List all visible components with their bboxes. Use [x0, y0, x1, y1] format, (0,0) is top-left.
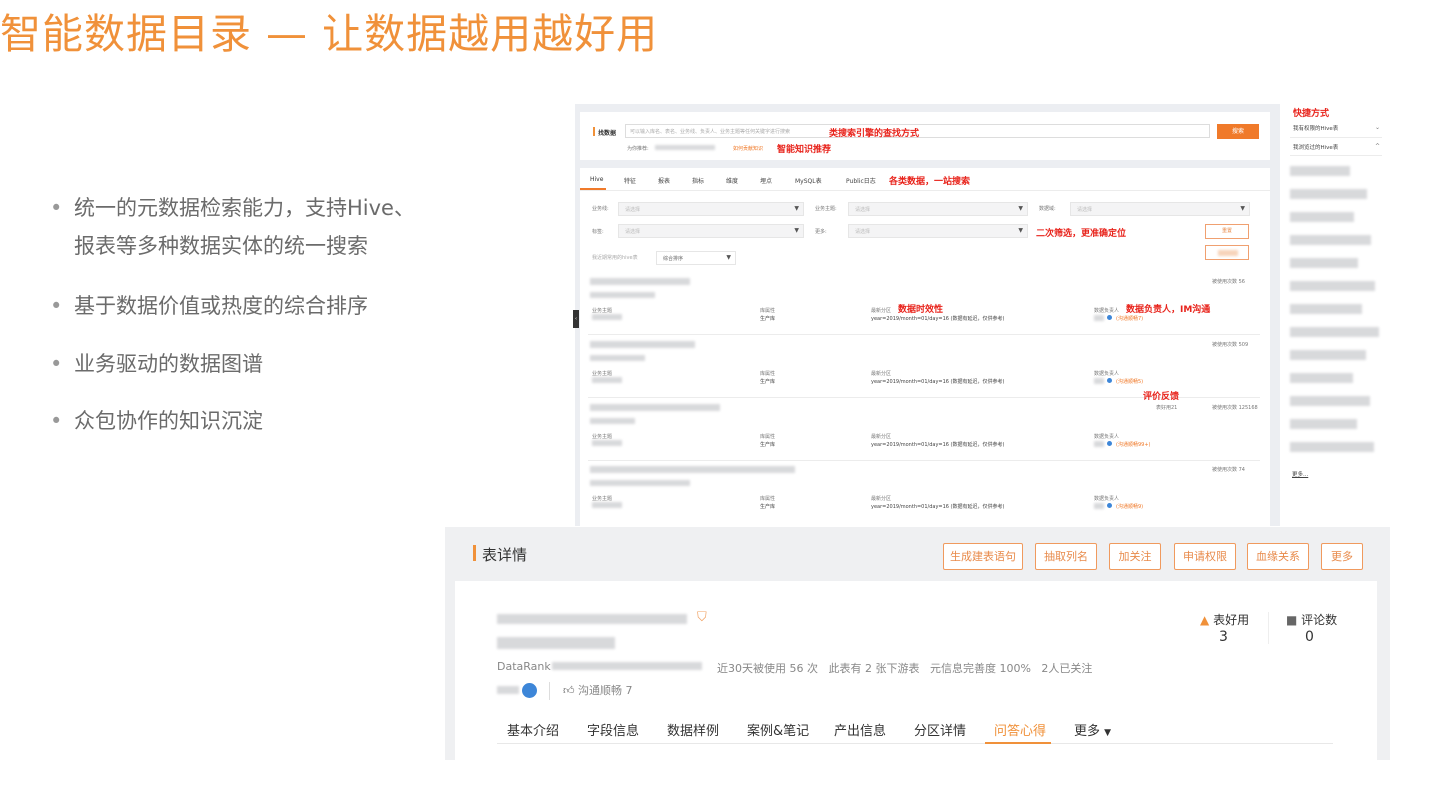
communication-rating: 👍︎ 沟通顺畅 7: [563, 684, 633, 697]
comment-count: 0: [1305, 629, 1314, 645]
tab-fields[interactable]: 字段信息: [587, 720, 639, 739]
im-chat-icon[interactable]: [1107, 503, 1112, 508]
recent-table-item[interactable]: [1290, 373, 1353, 383]
tab-data-sample[interactable]: 数据样例: [667, 720, 719, 739]
bullet-2: • 基于数据价值或热度的综合排序: [50, 294, 368, 318]
more-select[interactable]: 请选择 ▼: [848, 224, 1028, 238]
chevron-down-icon[interactable]: ⌄: [1375, 124, 1380, 131]
tab-tracking[interactable]: 埋点: [760, 176, 772, 185]
thumb-up-icon: 👍︎: [563, 684, 575, 697]
result-title: [590, 404, 720, 411]
recent-table-item[interactable]: [1290, 235, 1371, 245]
recent-table-item[interactable]: [1290, 212, 1354, 222]
recent-table-item[interactable]: [1290, 258, 1358, 268]
communication-feedback[interactable]: (沟通顺畅5): [1116, 378, 1143, 385]
im-chat-icon[interactable]: [1107, 441, 1112, 446]
recent-table-item[interactable]: [1290, 281, 1375, 291]
filter-button[interactable]: [1205, 245, 1249, 260]
business-topic-select[interactable]: 请选择 ▼: [848, 202, 1028, 216]
tab-qa[interactable]: 问答心得: [994, 720, 1046, 739]
thumb-up-icon: ▲: [1200, 613, 1210, 627]
result-subtitle: [590, 418, 635, 424]
sidebar-more-link[interactable]: 更多...: [1292, 470, 1308, 478]
tab-hive[interactable]: Hive: [590, 176, 603, 183]
im-chat-icon[interactable]: [522, 683, 537, 698]
tab-metric[interactable]: 指标: [692, 176, 704, 185]
generate-ddl-button[interactable]: 生成建表语句: [943, 543, 1023, 570]
result-title: [590, 341, 695, 348]
usage-count: 被使用次数 125168: [1212, 405, 1258, 411]
sidebar-item-permitted[interactable]: 我有权限的Hive表: [1293, 124, 1338, 132]
im-chat-icon[interactable]: [1107, 315, 1112, 320]
latest-partition: year=2019/month=01/day=16 (数据有延迟，仅供参考): [871, 316, 1005, 322]
data-domain-select[interactable]: 请选择 ▼: [1070, 202, 1250, 216]
good-table-count: 3: [1219, 629, 1228, 645]
bullet-1: • 统一的元数据检索能力，支持Hive、 报表等多种数据实体的统一搜索: [50, 196, 415, 258]
recent-table-item[interactable]: [1290, 189, 1367, 199]
table-stats: 近30天被使用 56 次 此表有 2 张下游表 元信息完善度 100% 2人已关…: [717, 662, 1093, 675]
business-line-select[interactable]: 请选择 ▼: [618, 202, 804, 216]
verified-shield-icon: ⛉: [697, 610, 707, 625]
tab-mysql[interactable]: MySQL表: [795, 176, 822, 185]
tab-output-info[interactable]: 产出信息: [834, 720, 886, 739]
im-chat-icon[interactable]: [1107, 378, 1112, 383]
sort-select[interactable]: 综合排序 ▼: [656, 251, 736, 265]
result-subtitle: [590, 355, 645, 361]
reset-button[interactable]: 重置: [1205, 224, 1249, 239]
tab-cases-notes[interactable]: 案例&笔记: [747, 720, 809, 739]
result-title: [590, 278, 690, 285]
recent-table-item[interactable]: [1290, 350, 1366, 360]
follow-button[interactable]: 加关注: [1109, 543, 1161, 570]
search-label: 找数据: [598, 130, 617, 137]
sidebar-item-browsed[interactable]: 我浏览过的Hive表: [1293, 143, 1338, 151]
good-count: 表好用21: [1156, 405, 1178, 411]
chevron-up-icon[interactable]: ^: [1375, 143, 1380, 150]
latest-partition: year=2019/month=01/day=16 (数据有延迟，仅供参考): [871, 442, 1005, 448]
result-title: [590, 466, 795, 473]
tab-basic-info[interactable]: 基本介绍: [507, 720, 559, 739]
recent-table-item[interactable]: [1290, 442, 1374, 452]
communication-feedback[interactable]: (沟通顺畅99+): [1116, 441, 1150, 448]
tab-dimension[interactable]: 维度: [726, 176, 738, 185]
bullet-3: • 业务驱动的数据图谱: [50, 352, 263, 376]
tab-public-log[interactable]: Public日志: [846, 176, 876, 185]
recent-table-item[interactable]: [1290, 304, 1362, 314]
tab-feature[interactable]: 特征: [624, 176, 636, 185]
more-button[interactable]: 更多: [1321, 543, 1363, 570]
tab-report[interactable]: 报表: [658, 176, 670, 185]
recent-table-item[interactable]: [1290, 166, 1350, 176]
result-subtitle: [590, 480, 690, 486]
comment-icon: ■: [1286, 613, 1298, 627]
recent-table-item[interactable]: [1290, 327, 1379, 337]
search-button[interactable]: 搜索: [1217, 124, 1259, 139]
table-description: [497, 637, 615, 649]
collapse-handle[interactable]: ‹: [573, 310, 579, 328]
table-name: [497, 614, 687, 624]
latest-partition: year=2019/month=01/day=16 (数据有延迟，仅供参考): [871, 504, 1005, 510]
tag-select[interactable]: 请选择 ▼: [618, 224, 804, 238]
recent-table-item[interactable]: [1290, 419, 1357, 429]
usage-count: 被使用次数 509: [1212, 342, 1249, 348]
tab-more[interactable]: 更多 ▼: [1074, 720, 1111, 739]
extract-columns-button[interactable]: 抽取列名: [1035, 543, 1097, 570]
usage-count: 被使用次数 56: [1212, 279, 1245, 285]
result-subtitle: [590, 292, 655, 298]
comment-label[interactable]: ■ 评论数: [1286, 611, 1337, 628]
recommend-link[interactable]: 如何贡献知识: [733, 145, 763, 152]
latest-partition: year=2019/month=01/day=16 (数据有延迟，仅供参考): [871, 379, 1005, 385]
lineage-button[interactable]: 血缘关系: [1247, 543, 1309, 570]
slide-title: 智能数据目录 — 让数据越用越好用: [0, 10, 659, 58]
detail-header: 表详情: [482, 546, 528, 564]
request-permission-button[interactable]: 申请权限: [1174, 543, 1236, 570]
tab-partitions[interactable]: 分区详情: [914, 720, 966, 739]
usage-count: 被使用次数 74: [1212, 467, 1245, 473]
recent-table-item[interactable]: [1290, 396, 1370, 406]
owner-name: [497, 686, 519, 694]
caret-down-icon: ▼: [1104, 728, 1112, 738]
communication-feedback[interactable]: (沟通顺畅7): [1116, 315, 1143, 322]
good-table-label[interactable]: ▲ 表好用: [1200, 611, 1249, 628]
bullet-4: • 众包协作的知识沉淀: [50, 409, 263, 433]
communication-feedback[interactable]: (沟通顺畅9): [1116, 503, 1143, 510]
